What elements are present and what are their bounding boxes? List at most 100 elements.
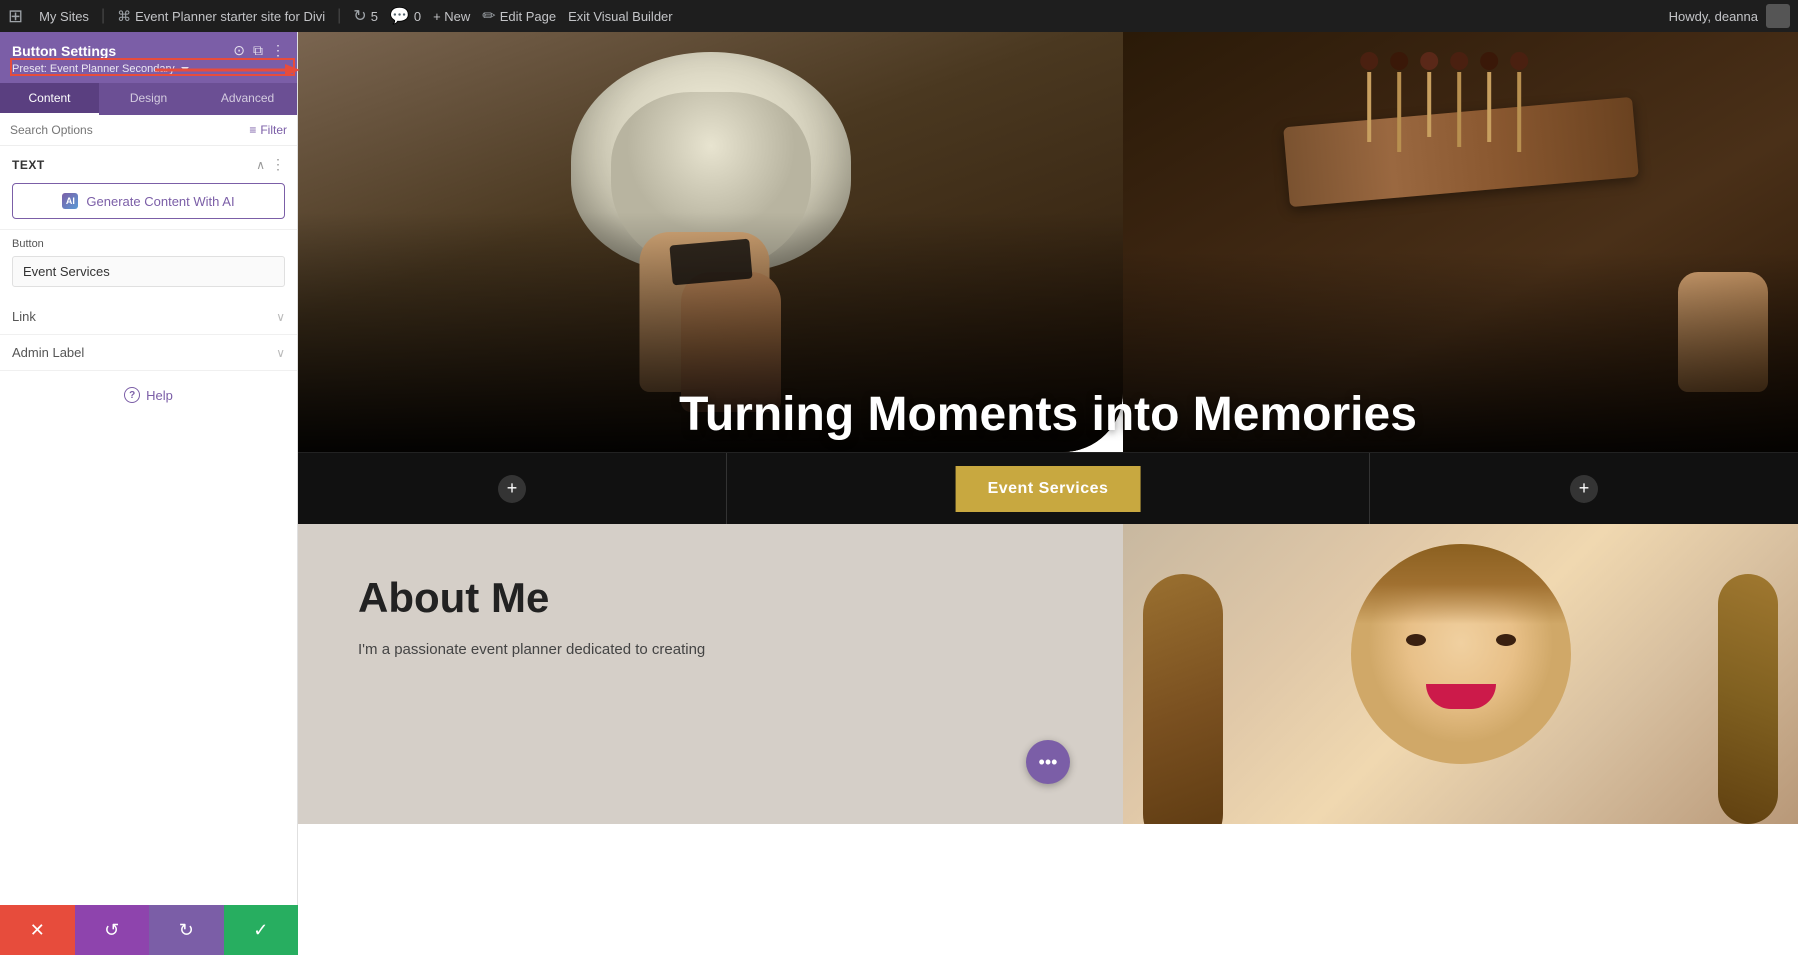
button-text-input[interactable] [12,256,285,287]
dots-icon: ••• [1039,752,1058,773]
about-text: I'm a passionate event planner dedicated… [358,638,1063,662]
howdy-link[interactable]: Howdy, deanna [1669,9,1758,24]
admin-label-row[interactable]: Admin Label ∨ [0,335,297,371]
panel-header: Button Settings ⊙ ⧉ ⋮ Preset: Event Plan… [0,32,297,83]
refresh-icon: ↻ [353,6,366,26]
food-stick-1 [1360,52,1378,152]
main-layout: Button Settings ⊙ ⧉ ⋮ Preset: Event Plan… [0,32,1798,955]
food-stick-4 [1450,52,1468,152]
wp-logo-icon: ⊞ [8,6,23,27]
button-input-section: Button [0,230,297,299]
edit-page-link[interactable]: Edit Page [500,9,556,24]
hero-text-overlay: Turning Moments into Memories [298,387,1798,442]
help-button[interactable]: ? Help [0,371,297,419]
about-title: About Me [358,574,1063,622]
redo-button[interactable]: ↻ [149,905,224,955]
refresh-item[interactable]: ↻ 5 [353,6,378,26]
preset-chevron-icon [181,67,189,71]
admin-bar-right: Howdy, deanna [1669,4,1790,28]
bottom-bar: ✕ ↺ ↻ ✓ [0,905,298,955]
new-item[interactable]: + New [433,9,470,24]
wp-admin-bar: ⊞ My Sites | ⌘ Event Planner starter sit… [0,0,1798,32]
exit-builder-link[interactable]: Exit Visual Builder [568,9,673,24]
search-input[interactable] [10,123,243,137]
about-right-image [1123,524,1798,824]
hero-title-text: Turning Moments into Memories [679,388,1417,441]
eye-right [1496,634,1516,646]
more-icon[interactable]: ⋮ [271,42,285,59]
hair-right [1718,574,1778,824]
site-name-item[interactable]: ⌘ Event Planner starter site for Divi [117,8,325,25]
plus-right-label: + [1579,478,1590,499]
exit-builder-item[interactable]: Exit Visual Builder [568,9,673,24]
ai-generate-button[interactable]: AI Generate Content With AI [12,183,285,219]
tab-content[interactable]: Content [0,83,99,115]
edit-page-item[interactable]: ✏ Edit Page [482,6,556,26]
my-sites-link[interactable]: My Sites [39,9,89,24]
floating-menu-button[interactable]: ••• [1026,740,1070,784]
admin-label-chevron-icon: ∨ [276,346,285,360]
comments-count[interactable]: 5 [371,9,378,24]
filter-icon: ≡ [249,123,256,137]
left-panel: Button Settings ⊙ ⧉ ⋮ Preset: Event Plan… [0,32,298,955]
about-section: About Me I'm a passionate event planner … [298,524,1798,824]
food-stick-5 [1480,52,1498,152]
button-field-label: Button [12,238,285,250]
text-section: Text ∧ ⋮ AI Generate Content With AI [0,146,297,230]
text-section-more-icon[interactable]: ⋮ [271,156,285,173]
duplicate-icon[interactable]: ⧉ [253,42,263,59]
food-stick-3 [1420,52,1438,152]
filter-button[interactable]: ≡ Filter [249,123,287,137]
text-section-controls: ∧ ⋮ [256,156,285,173]
add-column-left-icon[interactable]: + [498,475,526,503]
filter-label: Filter [260,123,287,137]
about-left: About Me I'm a passionate event planner … [298,524,1123,824]
panel-header-icons: ⊙ ⧉ ⋮ [233,42,285,59]
ai-icon: AI [62,193,78,209]
cta-col-right[interactable]: + [1369,453,1798,524]
hero-title: Turning Moments into Memories [298,387,1798,442]
food-stick-2 [1390,52,1408,152]
event-services-button[interactable]: Event Services [956,466,1141,512]
undo-button[interactable]: ↺ [75,905,150,955]
panel-title: Button Settings [12,43,116,59]
hair-top [1351,544,1571,624]
lips [1426,684,1496,709]
canvas-area: event-planner-07 [298,32,1798,955]
my-sites-menu[interactable]: My Sites [39,9,89,24]
cta-col-left[interactable]: + [298,453,727,524]
hair-left [1143,574,1223,824]
panel-search-bar: ≡ Filter [0,115,297,146]
food-sticks-group [1360,52,1528,152]
link-label: Link [12,309,36,324]
preset-label: Preset: Event Planner Secondary [12,63,175,75]
avatar [1766,4,1790,28]
admin-label-text: Admin Label [12,345,84,360]
help-icon: ? [124,387,140,403]
text-section-chevron-icon[interactable]: ∧ [256,158,265,172]
comments-item[interactable]: 💬 0 [390,6,421,26]
comment-icon: 💬 [390,6,410,26]
add-column-right-icon[interactable]: + [1570,475,1598,503]
eye-left [1406,634,1426,646]
comment-count[interactable]: 0 [414,9,421,24]
person-face [1351,544,1571,764]
settings-icon[interactable]: ⊙ [233,42,245,59]
tab-design[interactable]: Design [99,83,198,115]
food-stick-6 [1510,52,1528,152]
help-label: Help [146,388,173,403]
link-chevron-icon: ∨ [276,310,285,324]
new-link[interactable]: + New [433,9,470,24]
text-section-header: Text ∧ ⋮ [12,156,285,173]
text-section-title: Text [12,158,45,172]
hero-images: Turning Moments into Memories [298,32,1798,452]
site-name-link[interactable]: Event Planner starter site for Divi [135,9,325,24]
plus-left-label: + [507,478,518,499]
cta-col-center: Event Services [727,453,1369,524]
preset-selector[interactable]: Preset: Event Planner Secondary [12,63,285,75]
cancel-button[interactable]: ✕ [0,905,75,955]
cta-section: + Event Services + [298,452,1798,524]
tab-advanced[interactable]: Advanced [198,83,297,115]
save-button[interactable]: ✓ [224,905,299,955]
link-row[interactable]: Link ∨ [0,299,297,335]
